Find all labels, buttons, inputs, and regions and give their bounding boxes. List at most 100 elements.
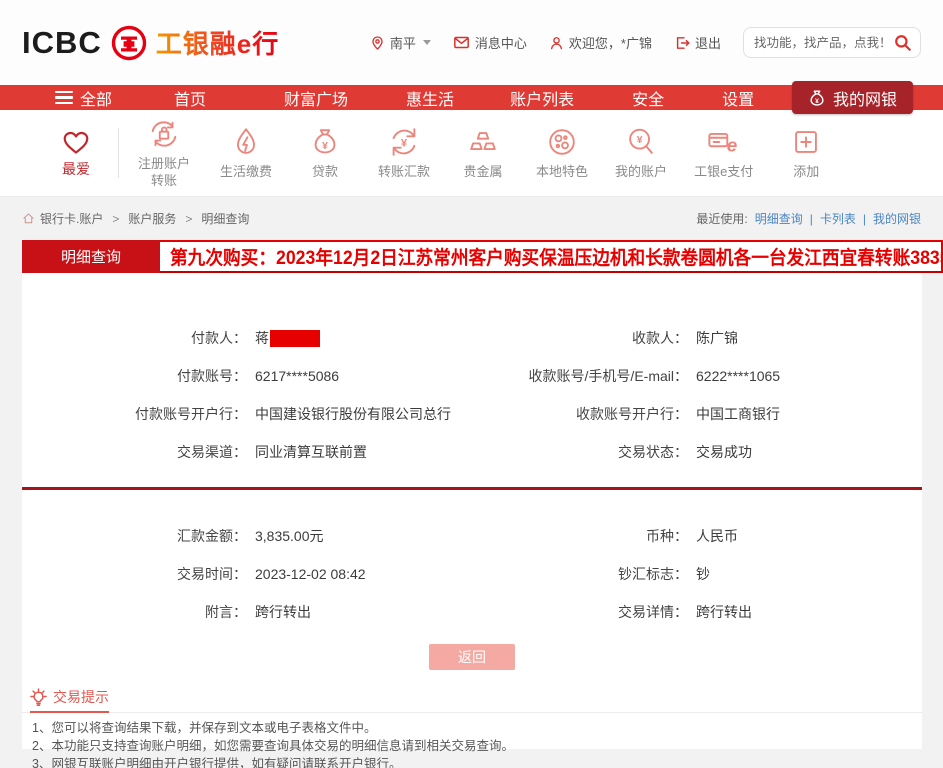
quick-access-bar: 最爱 注册账户转账 生活缴费 ¥ 贷款 ¥ 转账汇款 贵金属 本地特色 ¥ 我的… [0,110,943,197]
gold-bars-icon [466,125,500,159]
quickbar-item-life-payment[interactable]: 生活缴费 [220,125,272,180]
tips-header: 交易提示 [22,687,922,713]
tips-item: 1、您可以将查询结果下载，并保存到文本或电子表格文件中。 [32,721,377,735]
field-currency: 币种： 人民币 [472,517,922,555]
field-label: 收款账号开户行： [576,406,688,422]
quickbar-item-my-account[interactable]: ¥ 我的账户 [615,125,667,180]
field-value: 中国工商银行 [696,406,780,422]
nav-label: 惠生活 [406,91,455,109]
search-input[interactable] [754,35,893,50]
field-payer-account: 付款账号： 6217****5086 [22,357,472,395]
nav-item-my-ebank[interactable]: ¥ 我的网银 [791,81,913,114]
nav-label: 首页 [174,91,207,109]
brand-logo[interactable]: ICBC 工银融e行 [22,24,279,62]
nav-item-all[interactable]: 全部 [55,86,112,110]
field-channel: 交易渠道： 同业清算互联前置 [22,433,472,471]
quickbar-label: 转账汇款 [378,164,431,180]
home-icon[interactable] [22,212,35,225]
nav-item-wealth-plaza[interactable]: 财富广场 [284,86,348,110]
svg-text:¥: ¥ [322,141,328,152]
field-value: 中国建设银行股份有限公司总行 [255,406,451,422]
field-label: 交易渠道： [177,444,247,460]
svg-text:e: e [726,136,737,157]
field-value: 钞 [696,566,710,582]
site-search[interactable] [743,27,921,58]
nav-item-life[interactable]: 惠生活 [406,86,454,110]
search-yuan-icon: ¥ [624,125,658,159]
quickbar-label: 添加 [793,164,820,180]
breadcrumb-row: 银行卡.账户 > 账户服务 > 明细查询 最近使用: 明细查询 | 卡列表 | … [22,210,921,227]
heart-icon [60,128,92,158]
recent-link-my-ebank[interactable]: 我的网银 [873,210,921,227]
user-icon [549,35,564,51]
field-status: 交易状态： 交易成功 [472,433,922,471]
field-value: 2023-12-02 08:42 [255,566,366,582]
breadcrumb: 银行卡.账户 > 账户服务 > 明细查询 [22,210,249,227]
vertical-divider [118,128,119,178]
icbc-online-banking-page: ICBC 工银融e行 南平 消息中心 欢迎您，*广锦 退出 找功能，找产品，点我… [0,0,943,768]
quickbar-item-precious-metal[interactable]: 贵金属 [457,125,509,180]
nav-item-security[interactable]: 安全 [632,86,664,110]
back-button[interactable]: 返回 [429,644,515,670]
tips-item: 3、网银互联账户明细由开户银行提供，如有疑问请联系开户银行。 [32,756,402,768]
quickbar-item-transfer-remit[interactable]: ¥ 转账汇款 [378,125,430,180]
field-label: 钞汇标志： [618,566,688,582]
add-icon [789,125,823,159]
recent-link-detail-query[interactable]: 明细查询 [755,210,803,227]
field-value: 6217****5086 [255,368,340,384]
nav-item-home[interactable]: 首页 [174,86,206,110]
field-label: 付款账号开户行： [135,406,247,422]
quickbar-item-add[interactable]: 添加 [780,125,832,180]
money-bag-icon: ¥ [808,89,826,107]
main-nav: 全部 首页 财富广场 惠生活 账户列表 安全 设置 ¥ 我的网银 [0,81,943,114]
field-label: 交易详情： [618,604,688,620]
message-center-link[interactable]: 消息中心 [453,33,527,52]
location-selector[interactable]: 南平 [370,33,431,52]
recent-used-label: 最近使用: [696,212,748,226]
nav-label: 安全 [632,91,665,109]
lock-refresh-icon [147,117,181,151]
field-value: 陈广锦 [696,330,738,346]
link-separator: | [809,211,813,226]
field-cash-flag: 钞汇标志： 钞 [472,555,922,593]
link-separator: | [862,211,866,226]
field-label: 收款人： [632,330,688,346]
logout-button[interactable]: 退出 [674,33,721,52]
field-value: 蒋 [255,330,269,346]
field-payee-bank: 收款账号开户行： 中国工商银行 [472,395,922,433]
breadcrumb-account-service[interactable]: 账户服务 [128,210,176,227]
detail-top-grid: 付款人： 蒋 收款人： 陈广锦 付款账号： 6217****5086 收款账号/… [22,319,922,471]
location-pin-icon [370,35,385,51]
breadcrumb-current: 明细查询 [201,212,250,226]
field-label: 收款账号/手机号/E-mail： [528,368,688,384]
recent-used: 最近使用: 明细查询 | 卡列表 | 我的网银 [696,210,921,227]
lightbulb-icon [30,687,47,707]
field-label: 交易状态： [618,444,688,460]
user-welcome[interactable]: 欢迎您，*广锦 [549,33,652,52]
quickbar-item-favorites[interactable]: 最爱 [44,128,108,179]
field-value: 人民币 [696,528,738,544]
hamburger-menu-icon [55,88,73,108]
tab-detail-query[interactable]: 明细查询 [22,240,160,273]
local-feature-icon [545,125,579,159]
nav-item-account-list[interactable]: 账户列表 [510,86,574,110]
message-center-label: 消息中心 [474,36,527,51]
quickbar-item-loan[interactable]: ¥ 贷款 [299,125,351,180]
nav-item-settings[interactable]: 设置 [722,86,754,110]
tips-title-box: 交易提示 [30,687,109,713]
quickbar-item-epay[interactable]: e 工银e支付 [694,125,753,180]
field-label: 交易时间： [177,566,247,582]
quickbar-item-local-feature[interactable]: 本地特色 [536,125,588,180]
search-icon[interactable] [893,33,912,52]
breadcrumb-separator: > [112,211,120,226]
top-header: ICBC 工银融e行 南平 消息中心 欢迎您，*广锦 退出 找功能，找产品，点我… [0,0,943,85]
quickbar-item-register-transfer[interactable]: 注册账户转账 [135,117,193,189]
field-label: 附言： [205,604,247,620]
field-amount: 汇款金额： 3,835.00元 [22,517,472,555]
field-trans-detail: 交易详情： 跨行转出 [472,593,922,631]
quickbar-label: 贷款 [312,164,339,180]
quickbar-label: 生活缴费 [220,164,273,180]
breadcrumb-home[interactable]: 银行卡.账户 [40,210,103,227]
recent-link-card-list[interactable]: 卡列表 [820,210,856,227]
field-memo: 附言： 跨行转出 [22,593,472,631]
